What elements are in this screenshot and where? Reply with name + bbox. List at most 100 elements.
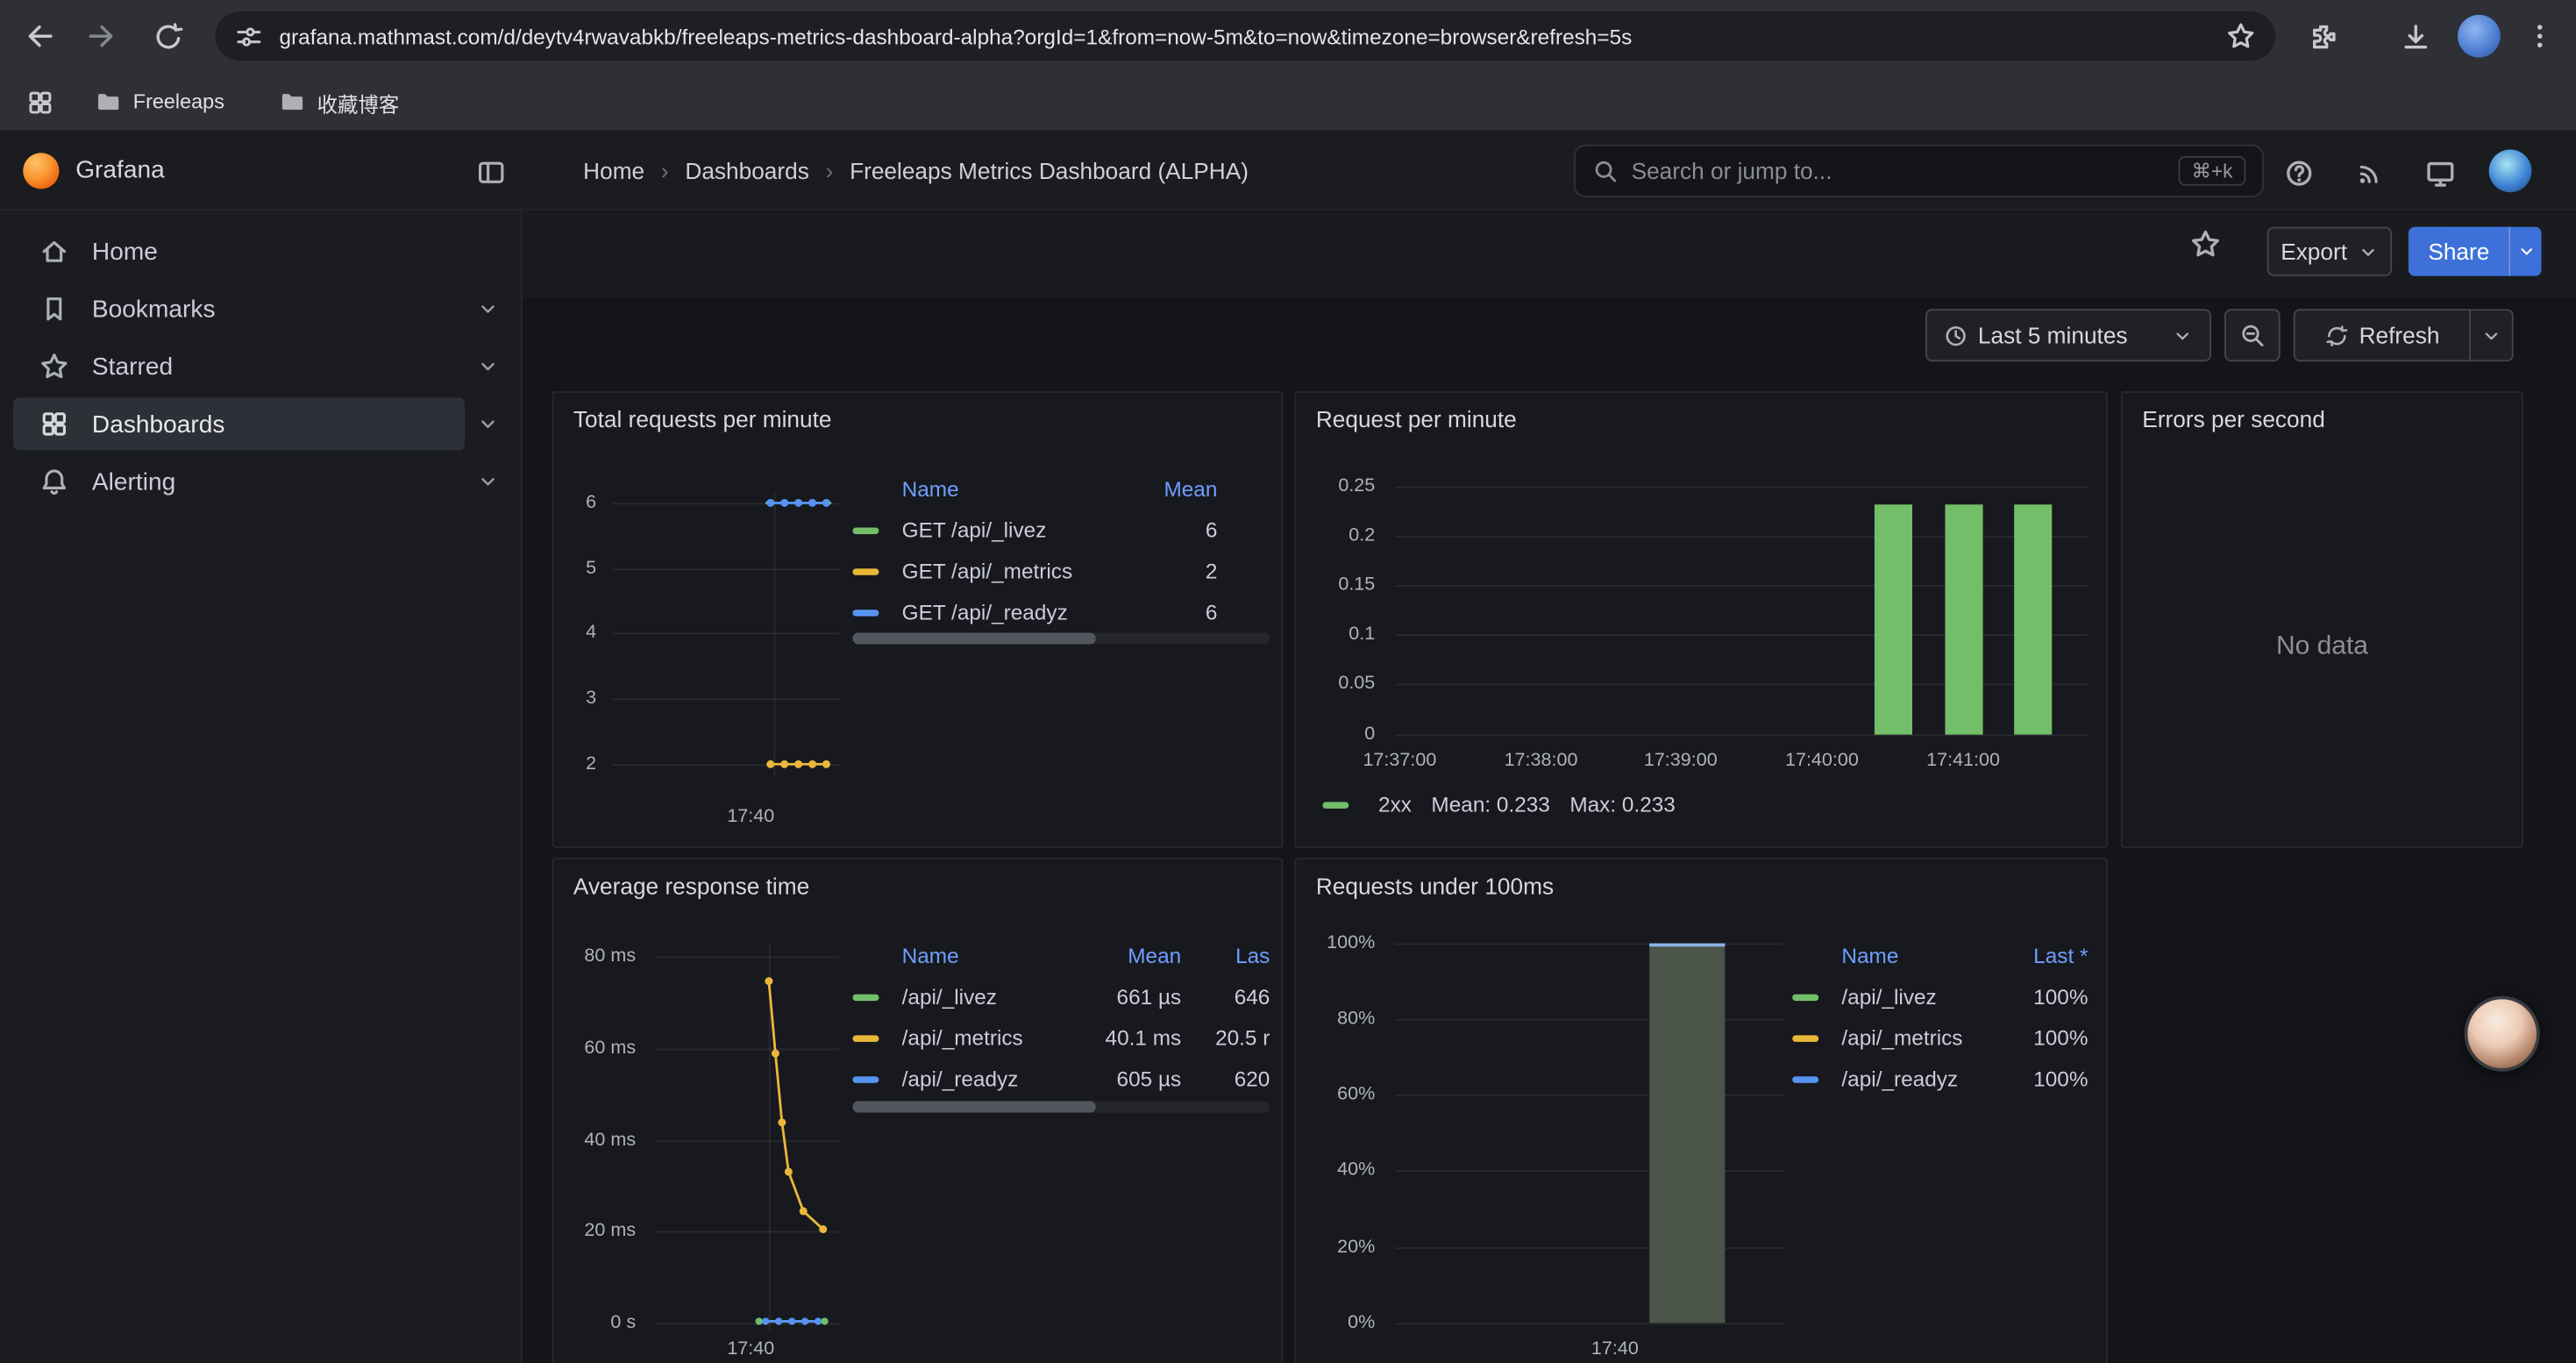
sidebar-item-label: Starred — [92, 353, 173, 381]
favorite-dashboard-star-icon[interactable] — [2185, 224, 2224, 263]
browser-profile-avatar[interactable] — [2458, 15, 2501, 58]
series-name[interactable]: /api/_metrics — [1841, 1025, 1989, 1050]
chevron-down-icon[interactable] — [465, 412, 510, 435]
sidebar-item-starred[interactable]: Starred — [13, 340, 465, 393]
chevron-down-icon[interactable] — [465, 355, 510, 378]
series-name[interactable]: /api/_livez — [1841, 984, 1989, 1009]
mega-menu-toggle-icon[interactable] — [473, 154, 509, 190]
floating-assistant-avatar[interactable] — [2465, 995, 2540, 1071]
sidebar-item-home[interactable]: Home — [13, 225, 465, 278]
breadcrumb: Home › Dashboards › Freeleaps Metrics Da… — [583, 132, 1249, 211]
legend-row[interactable]: /api/_livez 661 µs 646 — [852, 976, 1270, 1017]
series-name[interactable]: GET /api/_readyz — [902, 600, 1119, 624]
legend-row[interactable]: GET /api/_metrics 2 — [852, 551, 1217, 592]
series-name[interactable]: /api/_livez — [902, 984, 1073, 1009]
grafana-logo[interactable] — [23, 153, 59, 189]
reload-icon[interactable] — [148, 17, 188, 56]
breadcrumb-home[interactable]: Home — [583, 158, 644, 184]
bookmark-label: Freeleaps — [133, 90, 224, 113]
panel-title[interactable]: Request per minute — [1316, 406, 1517, 432]
panel-title[interactable]: Requests under 100ms — [1316, 873, 1554, 899]
series-swatch — [852, 1034, 879, 1040]
legend-row[interactable]: /api/_metrics 100% — [1792, 1017, 2088, 1059]
legend-row[interactable]: GET /api/_readyz 6 — [852, 592, 1217, 633]
legend-row[interactable]: /api/_metrics 40.1 ms 20.5 r — [852, 1017, 1270, 1059]
bookmark-folder-blogs[interactable]: 收藏博客 — [280, 84, 400, 120]
legend-col-name[interactable]: Name — [902, 944, 1073, 968]
series-last: 100% — [2003, 1025, 2088, 1050]
legend-col-last[interactable]: Las — [1194, 944, 1270, 968]
bar-2xx[interactable] — [1945, 504, 1982, 734]
url-text[interactable]: grafana.mathmast.com/d/deytv4rwavabkb/fr… — [280, 24, 2226, 48]
legend-row[interactable]: /api/_readyz 605 µs 620 — [852, 1059, 1270, 1100]
panel-title[interactable]: Total requests per minute — [573, 406, 832, 432]
series-mean: 2 — [1132, 559, 1217, 583]
panel-title[interactable]: Average response time — [573, 873, 809, 899]
y-tick: 20 ms — [570, 1219, 636, 1242]
series-name[interactable]: /api/_readyz — [1841, 1067, 1989, 1091]
series-mean: 40.1 ms — [1086, 1025, 1182, 1050]
legend-row[interactable]: /api/_readyz 100% — [1792, 1059, 2088, 1100]
zoom-out-time-button[interactable] — [2224, 309, 2281, 361]
chevron-down-icon[interactable] — [465, 470, 510, 493]
bar-2xx[interactable] — [1875, 504, 1912, 734]
series-name[interactable]: GET /api/_livez — [902, 517, 1119, 542]
kiosk-monitor-icon[interactable] — [2422, 154, 2458, 190]
time-range-picker[interactable]: Last 5 minutes — [1925, 309, 2211, 361]
bar-2xx[interactable] — [2014, 504, 2052, 734]
legend-col-name[interactable]: Name — [902, 476, 1119, 501]
share-button[interactable]: Share — [2409, 227, 2509, 276]
x-tick: 17:40 — [711, 1338, 790, 1360]
help-icon[interactable] — [2281, 154, 2316, 190]
series-name[interactable]: /api/_readyz — [902, 1067, 1073, 1091]
search-box[interactable]: ⌘+k — [1574, 145, 2264, 197]
sidebar-item-dashboards[interactable]: Dashboards — [13, 397, 465, 450]
chevron-down-icon[interactable] — [465, 297, 510, 320]
clock-icon — [1944, 323, 1968, 347]
bookmark-star-icon[interactable] — [2226, 21, 2256, 51]
user-avatar[interactable] — [2489, 150, 2532, 193]
panel-title[interactable]: Errors per second — [2142, 406, 2325, 432]
sidebar-item-alerting[interactable]: Alerting — [13, 455, 465, 508]
refresh-interval-chevron[interactable] — [2471, 309, 2514, 361]
back-icon[interactable] — [19, 17, 59, 56]
browser-menu-icon[interactable] — [2520, 17, 2559, 56]
x-tick: 17:37:00 — [1350, 749, 1448, 772]
timeseries-plot — [613, 485, 843, 781]
y-tick: 0.15 — [1320, 574, 1376, 596]
news-rss-icon[interactable] — [2352, 154, 2388, 190]
legend-scrollbar[interactable] — [852, 1101, 1270, 1112]
legend-row[interactable]: GET /api/_livez 6 — [852, 510, 1217, 551]
url-bar[interactable]: grafana.mathmast.com/d/deytv4rwavabkb/fr… — [215, 11, 2275, 61]
series-name[interactable]: 2xx — [1378, 792, 1412, 817]
downloads-icon[interactable] — [2395, 17, 2435, 56]
series-name[interactable]: GET /api/_metrics — [902, 559, 1119, 583]
bar-100pct[interactable] — [1649, 944, 1725, 1324]
legend-col-name[interactable]: Name — [1841, 944, 1989, 968]
refresh-icon — [2324, 323, 2349, 347]
share-menu-chevron[interactable] — [2509, 227, 2542, 276]
export-button[interactable]: Export — [2267, 227, 2392, 276]
legend-scrollbar[interactable] — [852, 632, 1270, 644]
extensions-icon[interactable] — [2303, 17, 2343, 56]
scrollbar-thumb[interactable] — [852, 632, 1095, 644]
y-tick: 3 — [564, 687, 596, 710]
legend-row[interactable]: /api/_livez 100% — [1792, 976, 2088, 1017]
search-input[interactable] — [1632, 158, 2166, 184]
site-settings-icon[interactable] — [235, 22, 263, 50]
forward-icon[interactable] — [82, 17, 122, 56]
legend-col-mean[interactable]: Mean — [1132, 476, 1217, 501]
legend-col-mean[interactable]: Mean — [1086, 944, 1182, 968]
grafana-brand: Grafana — [75, 156, 165, 184]
series-mean: Mean: 0.233 — [1431, 792, 1549, 817]
breadcrumb-dashboards[interactable]: Dashboards — [685, 158, 808, 184]
series-last: 20.5 r — [1194, 1025, 1270, 1050]
apps-grid-icon[interactable] — [19, 82, 59, 122]
scrollbar-thumb[interactable] — [852, 1101, 1095, 1112]
sidebar-item-bookmarks[interactable]: Bookmarks — [13, 282, 465, 335]
legend-col-last[interactable]: Last * — [2003, 944, 2088, 968]
refresh-button[interactable]: Refresh — [2294, 309, 2471, 361]
export-label: Export — [2281, 239, 2347, 265]
bookmark-folder-freeleaps[interactable]: Freeleaps — [96, 84, 224, 120]
series-name[interactable]: /api/_metrics — [902, 1025, 1073, 1050]
